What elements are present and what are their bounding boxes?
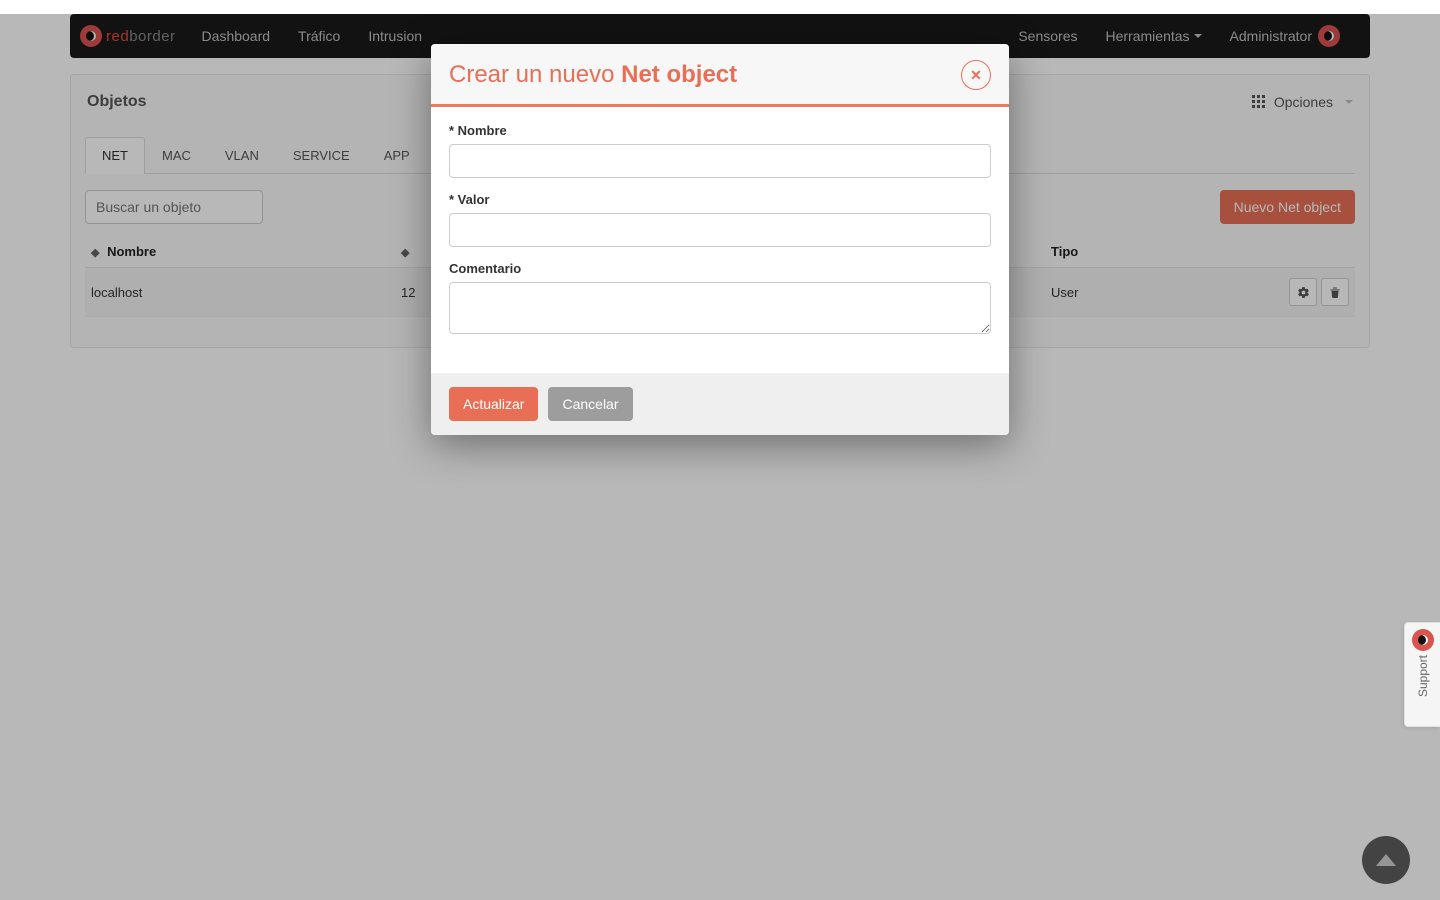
label-value: * Valor [449,192,991,207]
label-name: * Nombre [449,123,991,138]
modal-title: Crear un nuevo Net object [449,61,737,89]
modal-body: * Nombre * Valor Comentario [431,107,1009,373]
value-field[interactable] [449,213,991,247]
modal-header: Crear un nuevo Net object ✕ [431,44,1009,107]
name-field[interactable] [449,144,991,178]
cancel-button[interactable]: Cancelar [548,387,632,421]
modal-title-prefix: Crear un nuevo [449,61,621,88]
modal-footer: Actualizar Cancelar [431,373,1009,435]
support-tab[interactable]: Support [1404,622,1440,727]
comment-field[interactable] [449,282,991,334]
submit-button[interactable]: Actualizar [449,387,538,421]
close-icon: ✕ [970,67,982,84]
create-net-object-modal: Crear un nuevo Net object ✕ * Nombre * V… [431,44,1009,435]
support-badge-icon [1412,629,1434,651]
modal-close-button[interactable]: ✕ [961,60,991,90]
modal-title-bold: Net object [621,61,737,88]
support-label: Support [1416,655,1430,697]
label-comment: Comentario [449,261,991,276]
